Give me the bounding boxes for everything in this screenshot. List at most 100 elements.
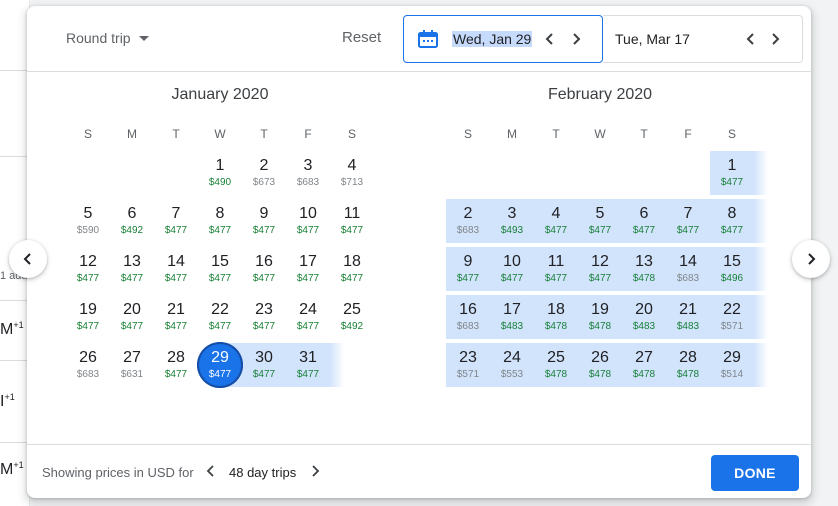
calendar-day[interactable]: 20 $477 [110,295,154,339]
calendar-day[interactable]: 27 $478 [622,343,666,387]
calendar-day[interactable]: 10 $477 [490,247,534,291]
calendar-day[interactable]: 23 $477 [242,295,286,339]
day-price: $477 [588,273,612,284]
calendar-day[interactable]: 31 $477 [286,343,330,387]
calendar-day[interactable]: 26 $683 [66,343,110,387]
calendar-day[interactable]: 10 $477 [286,199,330,243]
next-month-button[interactable] [792,240,830,278]
calendar-day[interactable]: 12 $477 [578,247,622,291]
return-date-field[interactable]: Tue, Mar 17 [603,15,803,63]
calendar-day[interactable]: 17 $483 [490,295,534,339]
prices-currency-label: Showing prices in USD for [42,465,194,480]
calendar-day[interactable]: 13 $477 [110,247,154,291]
calendar-day[interactable]: 27 $631 [110,343,154,387]
calendar-day[interactable]: 23 $571 [446,343,490,387]
calendar-day[interactable]: 26 $478 [578,343,622,387]
departure-date-field[interactable]: Wed, Jan 29 [403,15,603,63]
trip-length-decrease-button[interactable] [205,464,221,480]
calendar-day[interactable]: 2 $673 [242,151,286,195]
calendar-day[interactable]: 4 $477 [534,199,578,243]
previous-month-button[interactable] [9,240,47,278]
calendar-day[interactable]: 14 $477 [154,247,198,291]
calendar-day[interactable]: 29 $514 [710,343,754,387]
return-next-day-button[interactable] [765,29,785,49]
calendar-day[interactable]: 16 $477 [242,247,286,291]
calendar-day[interactable]: 18 $478 [534,295,578,339]
day-number: 27 [123,349,141,366]
day-price: $477 [340,273,364,284]
trip-type-dropdown[interactable]: Round trip [66,30,149,46]
calendar-day[interactable]: 7 $477 [666,199,710,243]
background-fragment-text: M [0,321,14,338]
calendar-day-selected[interactable]: 29 $477 [197,342,243,388]
day-price: $683 [676,273,700,284]
calendar-day[interactable]: 11 $477 [534,247,578,291]
day-price: $490 [208,177,232,188]
calendar-day[interactable]: 24 $553 [490,343,534,387]
calendar-day[interactable]: 8 $477 [198,199,242,243]
calendar-day[interactable]: 15 $477 [198,247,242,291]
trip-length-increase-button[interactable] [309,464,325,480]
departure-next-day-button[interactable] [566,29,586,49]
calendar-day[interactable]: 12 $477 [66,247,110,291]
calendar-day[interactable]: 19 $478 [578,295,622,339]
calendar-day[interactable]: 25 $492 [330,295,374,339]
day-price: $493 [500,225,524,236]
background-fragment-sup: +1 [4,392,15,402]
day-number: 22 [723,301,741,318]
calendar-day[interactable]: 6 $492 [110,199,154,243]
calendar-day[interactable]: 15 $496 [710,247,754,291]
calendar-day[interactable]: 24 $477 [286,295,330,339]
calendar-day[interactable]: 13 $478 [622,247,666,291]
calendar-day[interactable]: 7 $477 [154,199,198,243]
calendar-day[interactable]: 28 $478 [666,343,710,387]
calendar-day[interactable]: 14 $683 [666,247,710,291]
day-price: $571 [456,369,480,380]
calendar-day[interactable]: 22 $477 [198,295,242,339]
calendar-day[interactable]: 19 $477 [66,295,110,339]
calendar-day[interactable]: 21 $477 [154,295,198,339]
calendar-day[interactable]: 6 $477 [622,199,666,243]
calendar-day[interactable]: 3 $683 [286,151,330,195]
day-number: 25 [547,349,565,366]
calendar-day[interactable]: 21 $483 [666,295,710,339]
day-number: 21 [679,301,697,318]
calendar-day[interactable]: 17 $477 [286,247,330,291]
calendar-day[interactable]: 1 $477 [710,151,754,195]
calendar-day[interactable]: 1 $490 [198,151,242,195]
calendar-day[interactable]: 22 $571 [710,295,754,339]
background-fragment-text: M [0,461,14,478]
trip-type-label: Round trip [66,30,131,46]
day-number: 31 [299,349,317,366]
calendar-day[interactable]: 4 $713 [330,151,374,195]
trip-length-text: 48 day trips [229,465,297,480]
day-price: $477 [676,225,700,236]
day-price: $483 [500,321,524,332]
day-price: $478 [676,369,700,380]
done-button[interactable]: DONE [711,455,799,491]
day-price: $483 [632,321,656,332]
day-price: $477 [720,225,744,236]
calendar-day[interactable]: 8 $477 [710,199,754,243]
calendar-day[interactable]: 30 $477 [242,343,286,387]
weekday-label: S [83,127,92,141]
calendar-day[interactable]: 18 $477 [330,247,374,291]
calendar-day[interactable]: 28 $477 [154,343,198,387]
calendar-day[interactable]: 9 $477 [446,247,490,291]
calendar-day[interactable]: 20 $483 [622,295,666,339]
calendar-day[interactable]: 16 $683 [446,295,490,339]
calendar-day[interactable]: 11 $477 [330,199,374,243]
day-price: $477 [632,225,656,236]
day-number: 30 [255,349,273,366]
reset-button[interactable]: Reset [342,29,381,46]
departure-prev-day-button[interactable] [540,29,560,49]
calendar-day[interactable]: 25 $478 [534,343,578,387]
chevron-right-icon [808,253,816,265]
day-price: $514 [720,369,744,380]
calendar-day[interactable]: 5 $590 [66,199,110,243]
return-prev-day-button[interactable] [741,29,761,49]
calendar-day[interactable]: 2 $683 [446,199,490,243]
calendar-day[interactable]: 3 $493 [490,199,534,243]
calendar-day[interactable]: 5 $477 [578,199,622,243]
calendar-day[interactable]: 9 $477 [242,199,286,243]
